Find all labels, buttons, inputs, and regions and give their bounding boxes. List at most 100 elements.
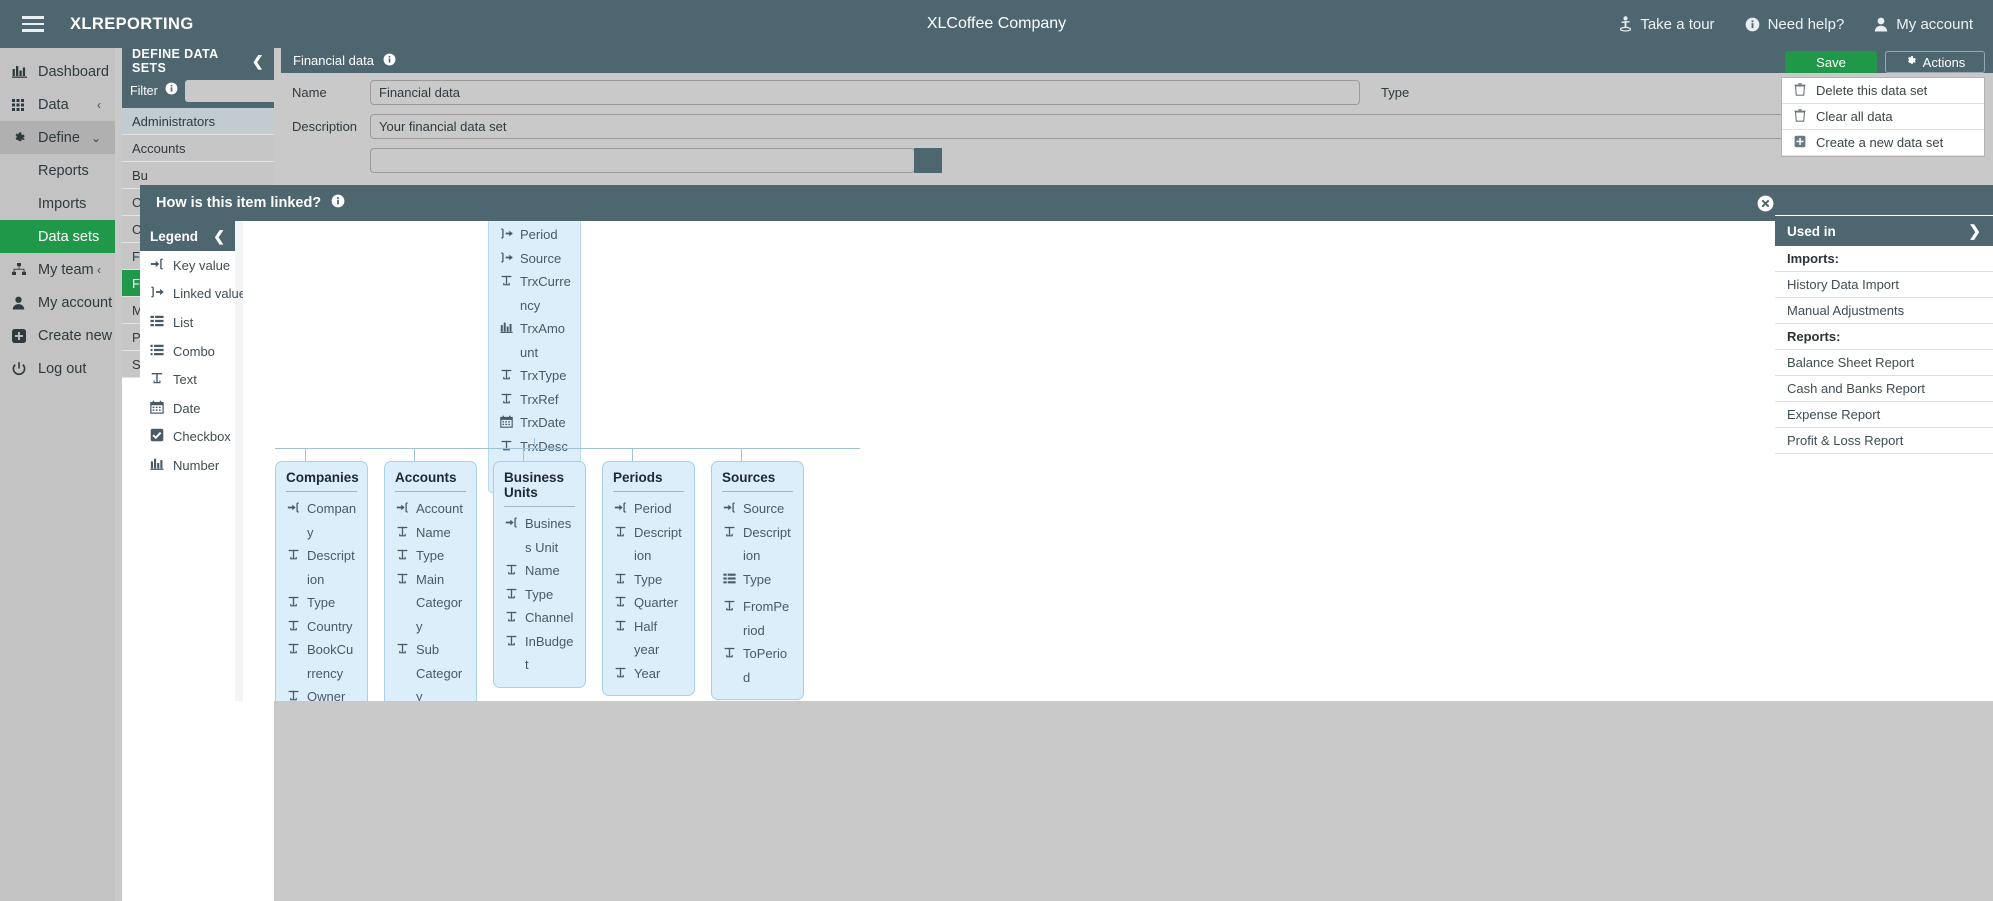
used-in-top-strip — [1775, 185, 1993, 215]
key-value-arrow-icon — [150, 257, 164, 274]
used-in-group-heading: Reports: — [1775, 324, 1993, 350]
text-field-icon — [504, 606, 518, 623]
info-circle-icon[interactable] — [383, 53, 396, 69]
diagram-node: AccountsAccountNameTypeMain CategorySub … — [384, 461, 477, 701]
hamburger-icon[interactable] — [10, 16, 56, 32]
info-circle-icon[interactable] — [331, 194, 345, 212]
chevron-left-icon[interactable]: ❮ — [213, 228, 225, 245]
diagram-field-label: Name — [525, 559, 560, 583]
tour-person-icon — [1619, 16, 1632, 32]
sidebar-item-my-team[interactable]: My team ‹ — [0, 253, 115, 286]
sidebar-item-my-account[interactable]: My account — [0, 286, 115, 319]
used-in-header[interactable]: Used in ❯ — [1775, 215, 1993, 246]
diagram-connector — [534, 438, 535, 448]
legend-item: Key value — [140, 251, 235, 280]
sidebar-item-label: Imports — [38, 196, 86, 212]
menu-item-label: Create a new data set — [1816, 135, 1943, 150]
used-in-list-item[interactable]: History Data Import — [1775, 272, 1993, 298]
gear-icon — [12, 131, 36, 145]
sidebar-item-dashboard[interactable]: Dashboard — [0, 55, 115, 88]
legend-item: List — [140, 308, 235, 337]
text-field-icon — [722, 521, 736, 538]
used-in-list-item[interactable]: Cash and Banks Report — [1775, 376, 1993, 402]
list-icon — [150, 314, 164, 331]
chevron-right-icon[interactable]: ❯ — [1968, 222, 1981, 240]
modal-header: How is this item linked? — [140, 185, 1788, 221]
used-in-list-item[interactable]: Balance Sheet Report — [1775, 350, 1993, 376]
name-field[interactable]: Financial data — [370, 80, 1360, 105]
text-field-icon — [613, 521, 627, 538]
plus-square-icon — [12, 329, 36, 343]
data-set-list-item-label: Administrators — [132, 114, 215, 129]
diagram-field: Type — [613, 568, 684, 592]
form-row-name: Name Financial data Type — [281, 77, 1993, 107]
sidebar-item-data[interactable]: Data ‹ — [0, 88, 115, 121]
need-help-button[interactable]: Need help? — [1745, 16, 1845, 33]
take-a-tour-button[interactable]: Take a tour — [1619, 16, 1714, 33]
actions-button[interactable]: Actions — [1885, 51, 1985, 73]
user-icon — [1874, 17, 1888, 32]
linked-field-icon — [499, 247, 513, 264]
sidebar-item-create-new[interactable]: Create new — [0, 319, 115, 352]
data-sets-panel-title: DEFINE DATA SETS — [132, 47, 252, 75]
diagram-field: Channel — [504, 606, 575, 630]
text-field-icon — [504, 583, 518, 600]
sidebar-item-label: Define — [38, 130, 80, 146]
diagram-field-label: Type — [743, 568, 771, 592]
text-field-icon — [286, 638, 300, 655]
diagram-field: Name — [504, 559, 575, 583]
grid-dots-icon — [12, 99, 36, 111]
used-in-panel: Used in ❯ Imports:History Data ImportMan… — [1775, 185, 1993, 701]
diagram-field: ToPeriod — [722, 642, 793, 689]
close-circle-icon[interactable] — [1757, 195, 1774, 212]
sidebar-item-define[interactable]: Define ⌄ — [0, 121, 115, 154]
diagram-field-label: Account — [416, 497, 463, 521]
legend-item-label: Text — [173, 372, 197, 387]
diagram-field: TrxCurrency — [499, 270, 572, 317]
main-header: Financial data Save Actions — [281, 48, 1993, 73]
menu-item-clear-all-data[interactable]: Clear all data — [1782, 104, 1984, 130]
sidebar-item-data-sets[interactable]: Data sets — [0, 220, 115, 253]
sidebar-item-reports[interactable]: Reports — [0, 154, 115, 187]
used-in-title: Used in — [1787, 224, 1836, 239]
diagram-field-label: Period — [520, 223, 558, 247]
filter-label: Filter — [130, 84, 158, 98]
form-row-description: Description Your financial data set — [281, 111, 1993, 141]
calendar-icon — [150, 400, 164, 417]
used-in-list-item[interactable]: Manual Adjustments — [1775, 298, 1993, 324]
info-circle-icon[interactable] — [165, 82, 178, 100]
form-row-extra — [281, 145, 1993, 175]
sidebar-item-log-out[interactable]: Log out — [0, 352, 115, 385]
type-label: Type — [1374, 85, 1414, 100]
diagram-field: Owner — [286, 685, 357, 701]
modal-title: How is this item linked? — [156, 195, 321, 211]
description-field[interactable]: Your financial data set — [370, 114, 1790, 139]
diagram-field: BookCurrency — [286, 638, 357, 685]
used-in-list-item[interactable]: Expense Report — [1775, 402, 1993, 428]
menu-item-create-new-data-set[interactable]: Create a new data set — [1782, 130, 1984, 156]
diagram-connector — [632, 448, 633, 461]
save-button[interactable]: Save — [1785, 51, 1877, 73]
sidebar-item-label: Dashboard — [38, 64, 109, 80]
modal-body: Legend ❮ Key valueLinked valueListComboT… — [140, 221, 1788, 701]
menu-item-delete-data-set[interactable]: Delete this data set — [1782, 78, 1984, 104]
data-set-list-item[interactable]: Administrators — [122, 108, 274, 135]
diagram-field-label: Type — [416, 544, 444, 568]
chevron-left-icon[interactable]: ❮ — [252, 53, 264, 70]
used-in-list: Imports:History Data ImportManual Adjust… — [1775, 246, 1993, 454]
diagram-field-label: Type — [634, 568, 662, 592]
sidebar-item-imports[interactable]: Imports — [0, 187, 115, 220]
diagram-field-label: Period — [634, 497, 672, 521]
diagram-connector — [741, 448, 742, 461]
used-in-list-item[interactable]: Profit & Loss Report — [1775, 428, 1993, 454]
diagram-field-label: Year — [634, 662, 660, 686]
data-set-list-item[interactable]: Accounts — [122, 135, 274, 162]
text-t-icon — [150, 371, 164, 388]
diagram-node-title: Accounts — [395, 470, 466, 492]
my-account-button[interactable]: My account — [1874, 16, 1973, 33]
owner-picker-button[interactable] — [914, 148, 942, 173]
owner-field[interactable] — [370, 148, 915, 173]
legend-title: Legend — [150, 229, 198, 244]
legend-item: Text — [140, 365, 235, 394]
diagram-connector — [275, 448, 860, 449]
